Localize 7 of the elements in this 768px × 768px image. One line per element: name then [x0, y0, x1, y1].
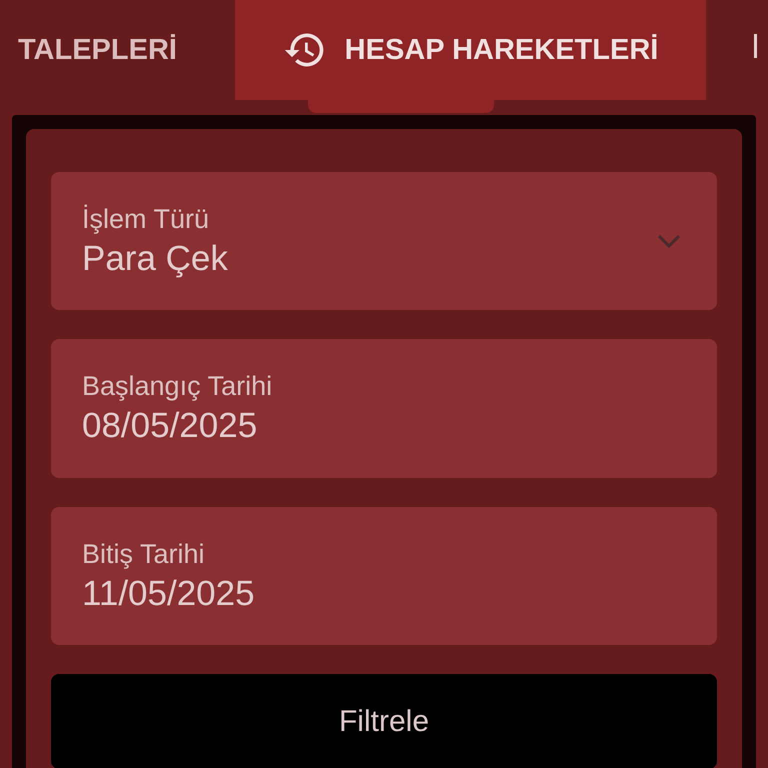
chevron-down-icon — [657, 234, 681, 248]
date-field[interactable]: Bitiş Tarihi 11/05/2025 — [51, 506, 717, 646]
filter-button[interactable]: Filtrele — [51, 674, 717, 768]
tab[interactable]: TALEPLERİ — [0, 0, 235, 100]
select-field[interactable]: İşlem Türü Para Çek — [51, 172, 717, 310]
date-field[interactable]: Başlangıç Tarihi 08/05/2025 — [51, 339, 717, 478]
tab[interactable]: HESAP HAREKETLERİ — [235, 0, 706, 100]
